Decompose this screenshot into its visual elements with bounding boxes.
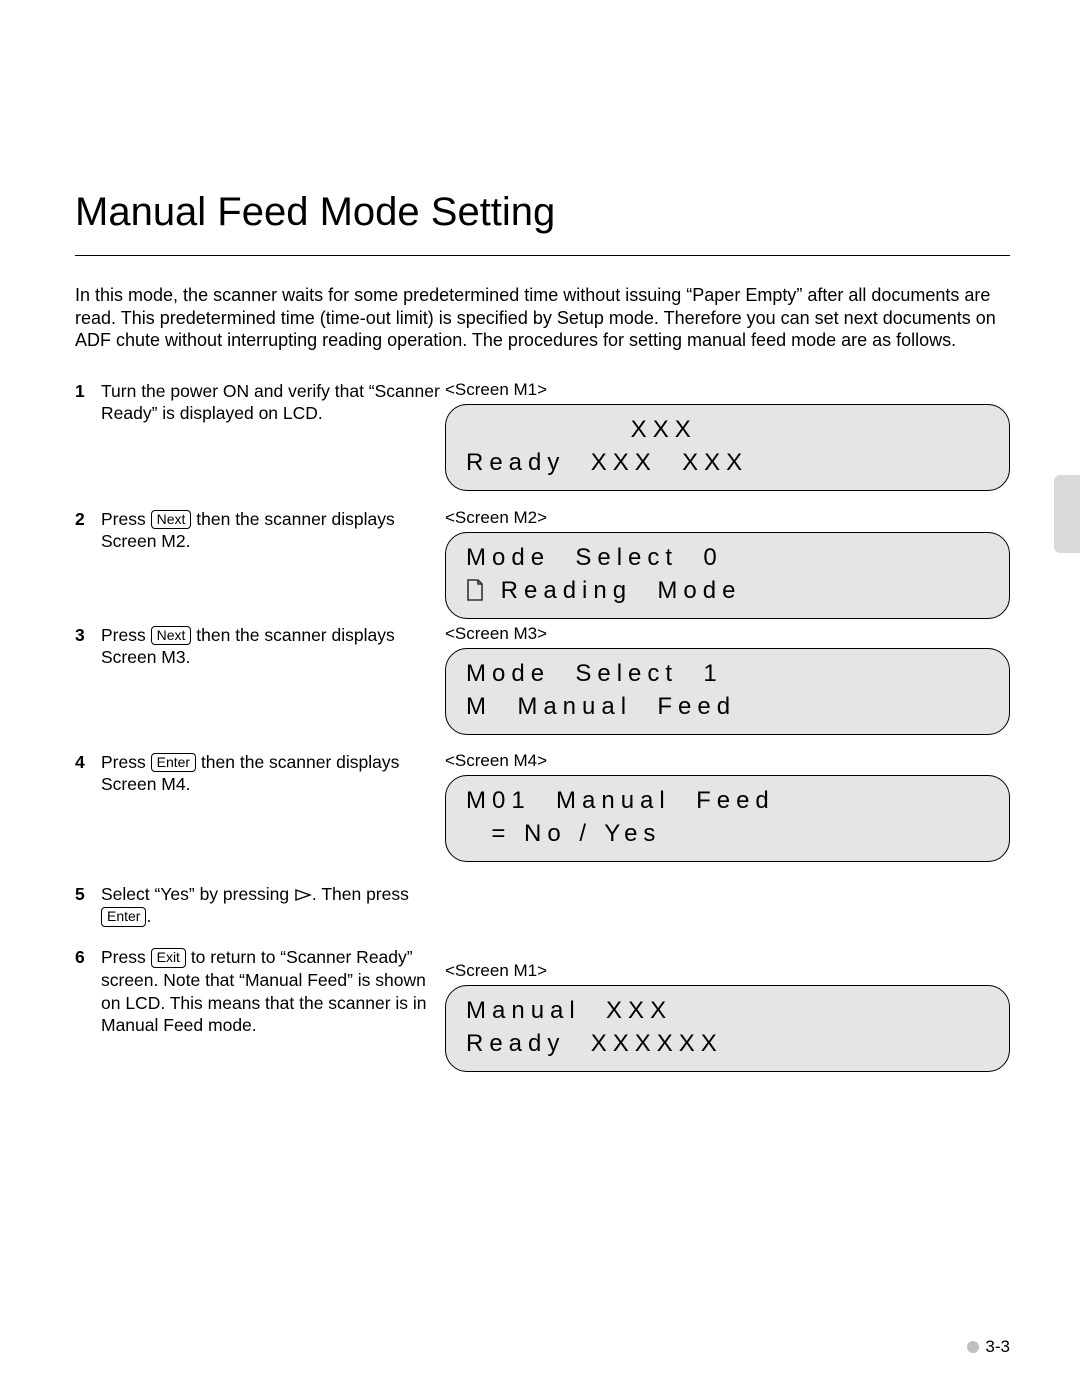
- step-text: Select “Yes” by pressing . Then press En…: [101, 884, 409, 927]
- content-columns: 1 Turn the power ON and verify that “Sca…: [75, 380, 1010, 1072]
- step-number: 4: [75, 751, 85, 774]
- step-2: 2 Press Next then the scanner displays S…: [75, 508, 445, 624]
- screen-m1: <Screen M1> XXX Ready XXX XXX: [445, 380, 1010, 508]
- page-number: 3-3: [967, 1337, 1010, 1357]
- screen-label: <Screen M1>: [445, 380, 1010, 400]
- step-number: 5: [75, 883, 85, 906]
- screen-label: <Screen M2>: [445, 508, 1010, 528]
- section-tab: [1054, 475, 1080, 553]
- screen-m4: <Screen M4> M01 Manual Feed = No / Yes: [445, 751, 1010, 961]
- step-number: 6: [75, 946, 85, 969]
- screen-m3: <Screen M3> Mode Select 1 M Manual Feed: [445, 624, 1010, 751]
- lcd-display: Mode Select 1 M Manual Feed: [445, 648, 1010, 735]
- step-text: Press Next then the scanner displays Scr…: [101, 509, 395, 552]
- screen-label: <Screen M3>: [445, 624, 1010, 644]
- lcd-display: XXX Ready XXX XXX: [445, 404, 1010, 491]
- next-key: Next: [151, 510, 192, 530]
- intro-paragraph: In this mode, the scanner waits for some…: [75, 284, 1010, 352]
- step-text: Turn the power ON and verify that “Scann…: [101, 381, 440, 424]
- step-6: 6 Press Exit to return to “Scanner Ready…: [75, 946, 445, 1037]
- page-title: Manual Feed Mode Setting: [75, 190, 1010, 235]
- step-5: 5 Select “Yes” by pressing . Then press …: [75, 883, 445, 929]
- manual-page: Manual Feed Mode Setting In this mode, t…: [0, 0, 1080, 1397]
- lcd-display: Mode Select 0 Reading Mode: [445, 532, 1010, 619]
- step-text: Press Next then the scanner displays Scr…: [101, 625, 395, 668]
- step-1: 1 Turn the power ON and verify that “Sca…: [75, 380, 445, 508]
- step-text: Press Exit to return to “Scanner Ready” …: [101, 947, 427, 1035]
- screen-label: <Screen M1>: [445, 961, 1010, 981]
- step-number: 1: [75, 380, 85, 403]
- step-4: 4 Press Enter then the scanner displays …: [75, 751, 445, 883]
- page-dot-icon: [967, 1341, 979, 1353]
- lcd-display: Manual XXX Ready XXXXXX: [445, 985, 1010, 1072]
- screen-m2: <Screen M2> Mode Select 0 Reading Mode: [445, 508, 1010, 624]
- step-text: Press Enter then the scanner displays Sc…: [101, 752, 399, 795]
- screens-column: <Screen M1> XXX Ready XXX XXX <Screen M2…: [445, 380, 1010, 1072]
- step-number: 3: [75, 624, 85, 647]
- steps-column: 1 Turn the power ON and verify that “Sca…: [75, 380, 445, 1038]
- screen-m1-final: <Screen M1> Manual XXX Ready XXXXXX: [445, 961, 1010, 1072]
- exit-key: Exit: [151, 948, 186, 968]
- step-3: 3 Press Next then the scanner displays S…: [75, 624, 445, 751]
- title-rule: [75, 255, 1010, 256]
- lcd-display: M01 Manual Feed = No / Yes: [445, 775, 1010, 862]
- document-icon: [466, 579, 484, 601]
- arrow-right-icon: [294, 888, 312, 902]
- screen-label: <Screen M4>: [445, 751, 1010, 771]
- enter-key: Enter: [151, 753, 196, 773]
- enter-key: Enter: [101, 907, 146, 927]
- next-key: Next: [151, 626, 192, 646]
- step-number: 2: [75, 508, 85, 531]
